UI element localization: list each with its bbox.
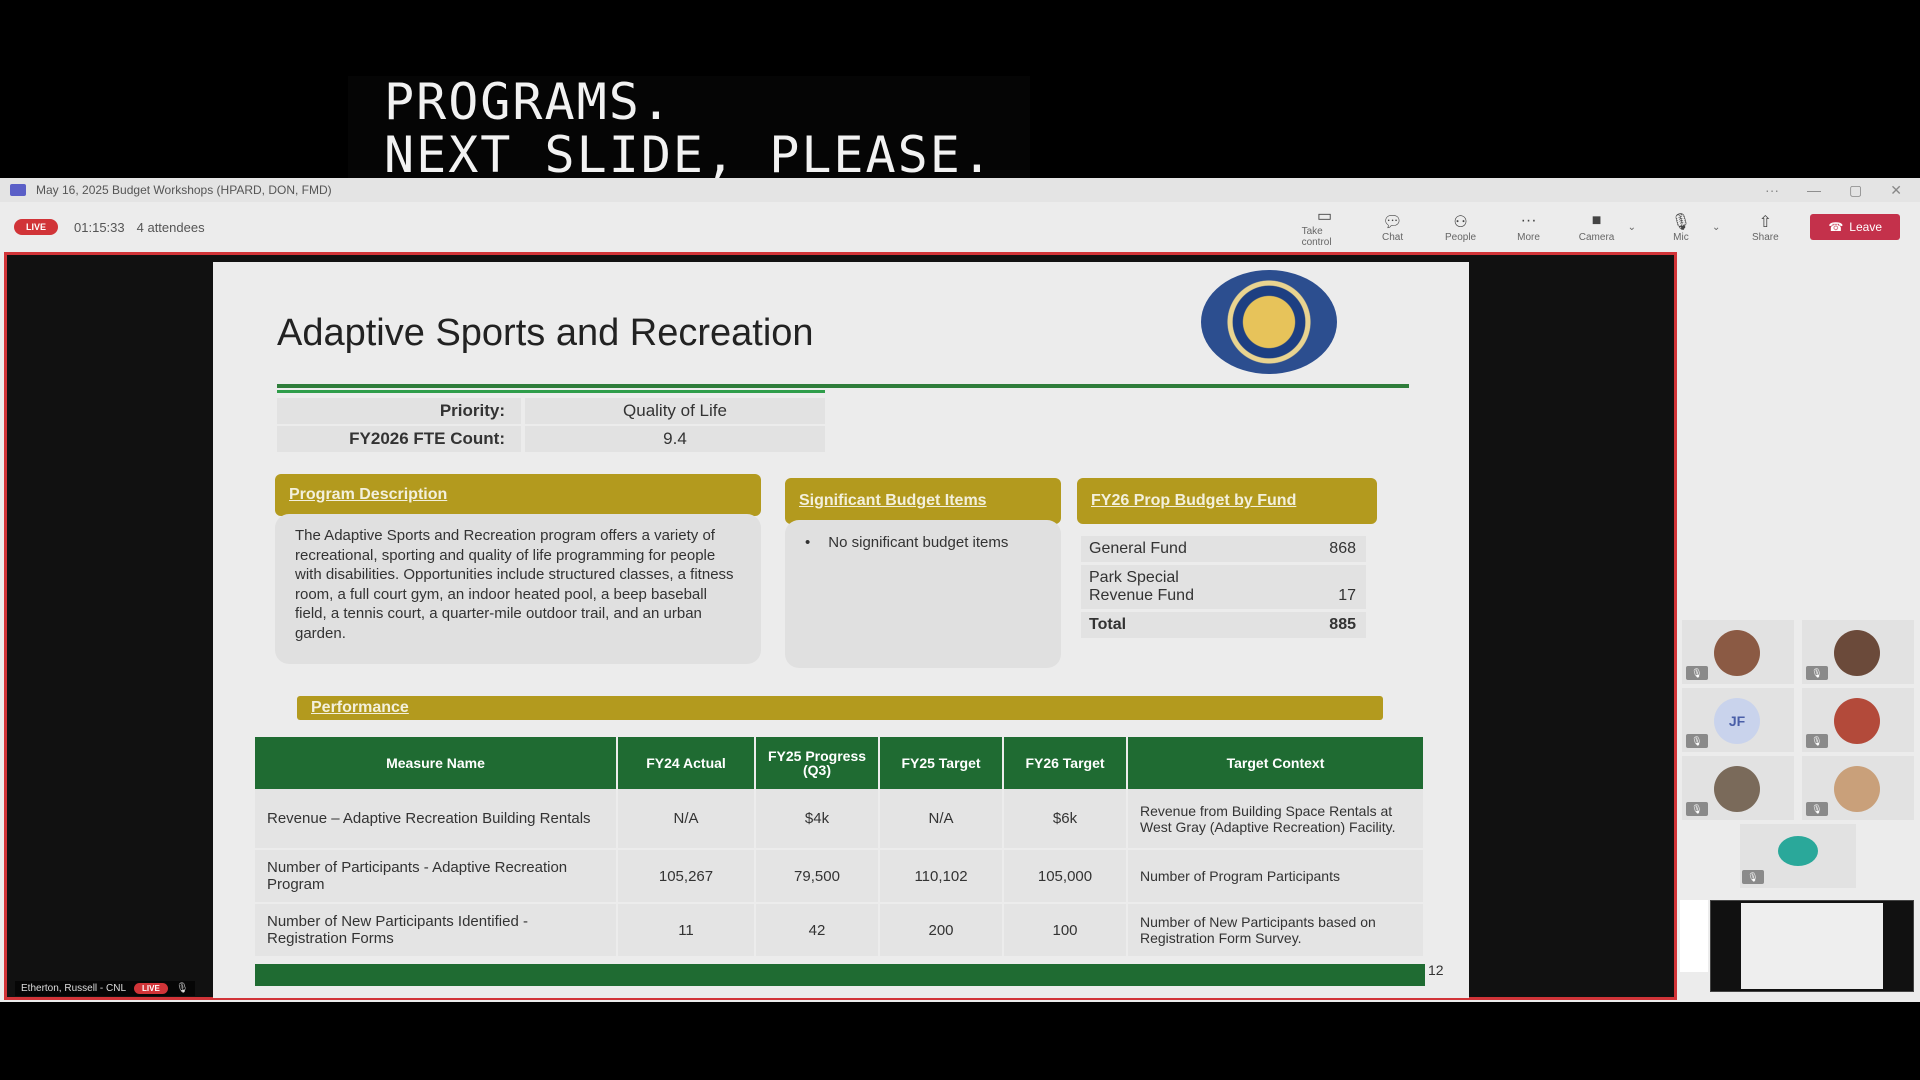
take-control-button[interactable]: ▭ Take control: [1302, 206, 1348, 248]
presenter-name-tag: Etherton, Russell - CNL LIVE 🎙︎: [15, 981, 195, 996]
fund-budget-header: FY26 Prop Budget by Fund: [1077, 478, 1377, 524]
chat-button[interactable]: 💬︎ Chat: [1370, 212, 1416, 243]
program-description-header: Program Description: [275, 474, 761, 516]
info-table-rule: [277, 390, 825, 393]
meeting-toolbar: LIVE 01:15:33 4 attendees ▭ Take control…: [0, 202, 1920, 252]
person-icon: [1778, 836, 1818, 866]
performance-table: Measure Name FY24 Actual FY25 Progress (…: [255, 737, 1425, 958]
column-header: FY25 Progress (Q3): [755, 737, 880, 789]
mic-icon: 🎙︎: [1670, 213, 1692, 231]
program-description-text: The Adaptive Sports and Recreation progr…: [295, 527, 734, 642]
title-divider: [277, 384, 1409, 388]
caption-overlay: PROGRAMS. NEXT SLIDE, PLEASE.: [348, 76, 1030, 182]
avatar: [1834, 698, 1880, 744]
meeting-timer: 01:15:33: [74, 219, 125, 235]
avatar: [1714, 630, 1760, 676]
column-header: FY24 Actual: [617, 737, 756, 789]
participant-tile[interactable]: JF 🎙︎: [1682, 688, 1794, 752]
priority-table: Priority: Quality of Life FY2026 FTE Cou…: [277, 394, 825, 454]
budget-items-panel: • No significant budget items: [785, 520, 1061, 668]
share-icon: ⇧: [1758, 213, 1773, 231]
camera-icon: ■: [1591, 211, 1602, 229]
muted-mic-icon: 🎙︎: [1686, 666, 1708, 680]
window-title: May 16, 2025 Budget Workshops (HPARD, DO…: [36, 183, 332, 197]
participant-tile[interactable]: 🎙︎: [1682, 756, 1794, 820]
participant-tile[interactable]: 🎙︎: [1802, 688, 1914, 752]
column-header: Measure Name: [255, 737, 618, 789]
fund-row: Park Special Revenue Fund 17: [1081, 565, 1366, 609]
close-icon[interactable]: ✕: [1890, 182, 1902, 199]
slide-footer-bar: [255, 964, 1425, 986]
slide-title: Adaptive Sports and Recreation: [277, 312, 814, 354]
leave-button[interactable]: ☎ Leave: [1810, 214, 1900, 240]
priority-value: Quality of Life: [525, 398, 825, 424]
window-controls: ··· — ▢ ✕: [1765, 182, 1920, 199]
participant-tile[interactable]: 🎙︎: [1802, 756, 1914, 820]
muted-mic-icon: 🎙︎: [1686, 802, 1708, 816]
presentation-slide: Adaptive Sports and Recreation Priority:…: [213, 262, 1469, 998]
budget-item: • No significant budget items: [805, 534, 1009, 551]
people-button[interactable]: ⚇ People: [1438, 212, 1484, 243]
attendee-count: 4 attendees: [136, 219, 205, 235]
camera-options-chevron-icon[interactable]: ⌄: [1628, 222, 1636, 233]
bullet-icon: •: [805, 534, 811, 551]
column-header: Target Context: [1127, 737, 1425, 789]
shared-content-side-thumbnail: [1680, 900, 1708, 972]
minimize-icon[interactable]: —: [1807, 182, 1821, 199]
people-icon: ⚇: [1453, 213, 1468, 231]
column-header: FY25 Target: [879, 737, 1004, 789]
chat-icon: 💬︎: [1382, 213, 1403, 231]
muted-mic-icon: 🎙︎: [1806, 734, 1828, 748]
shared-content-thumbnail[interactable]: [1710, 900, 1914, 992]
priority-label: Priority:: [277, 398, 521, 424]
performance-header: Performance: [297, 696, 1383, 720]
participant-tile[interactable]: 🎙︎: [1802, 620, 1914, 684]
fund-budget-table: General Fund 868 Park Special Revenue Fu…: [1081, 536, 1366, 641]
table-row: Revenue – Adaptive Recreation Building R…: [255, 789, 1425, 850]
live-badge: LIVE: [14, 219, 59, 235]
mic-icon: 🎙︎: [175, 983, 189, 994]
caption-line-1: PROGRAMS.: [384, 73, 673, 131]
table-header-row: Measure Name FY24 Actual FY25 Progress (…: [255, 737, 1425, 789]
phone-hangup-icon: ☎: [1828, 220, 1844, 234]
avatar: JF: [1714, 698, 1760, 744]
table-row: Number of New Participants Identified - …: [255, 903, 1425, 958]
fte-label: FY2026 FTE Count:: [277, 426, 521, 452]
teams-logo-icon: [10, 184, 26, 196]
maximize-icon[interactable]: ▢: [1849, 182, 1862, 199]
more-icon: ···: [1520, 211, 1537, 229]
muted-mic-icon: 🎙︎: [1806, 666, 1828, 680]
avatar: [1834, 766, 1880, 812]
fund-row: General Fund 868: [1081, 536, 1366, 562]
fte-value: 9.4: [525, 426, 825, 452]
mic-button[interactable]: 🎙︎ Mic: [1658, 212, 1704, 243]
mic-options-chevron-icon[interactable]: ⌄: [1712, 222, 1720, 233]
fund-total-row: Total 885: [1081, 612, 1366, 638]
slide-thumbnail: [1741, 903, 1883, 989]
participant-tile[interactable]: 🎙︎: [1682, 620, 1794, 684]
slide-page-number: 12: [1428, 962, 1444, 978]
participant-tile-self[interactable]: 🎙︎: [1740, 824, 1856, 888]
title-bar: May 16, 2025 Budget Workshops (HPARD, DO…: [0, 178, 1920, 202]
shared-screen[interactable]: Adaptive Sports and Recreation Priority:…: [4, 252, 1677, 1000]
program-description-panel: The Adaptive Sports and Recreation progr…: [275, 514, 761, 664]
avatar: [1714, 766, 1760, 812]
presenter-live-badge: LIVE: [134, 983, 168, 994]
budget-items-header: Significant Budget Items: [785, 478, 1061, 524]
table-row: Number of Participants - Adaptive Recrea…: [255, 849, 1425, 904]
teams-window: May 16, 2025 Budget Workshops (HPARD, DO…: [0, 178, 1920, 1002]
muted-mic-icon: 🎙︎: [1806, 802, 1828, 816]
camera-button[interactable]: ■ Camera: [1574, 212, 1620, 243]
muted-mic-icon: 🎙︎: [1686, 734, 1708, 748]
column-header: FY26 Target: [1003, 737, 1128, 789]
share-button[interactable]: ⇧ Share: [1742, 212, 1788, 243]
city-seal-logo: [1201, 270, 1337, 374]
caption-line-2: NEXT SLIDE, PLEASE.: [384, 126, 994, 184]
muted-mic-icon: 🎙︎: [1742, 870, 1764, 884]
avatar: [1834, 630, 1880, 676]
more-button[interactable]: ··· More: [1506, 212, 1552, 243]
more-options-icon[interactable]: ···: [1765, 182, 1779, 199]
take-control-icon: ▭: [1317, 208, 1333, 225]
